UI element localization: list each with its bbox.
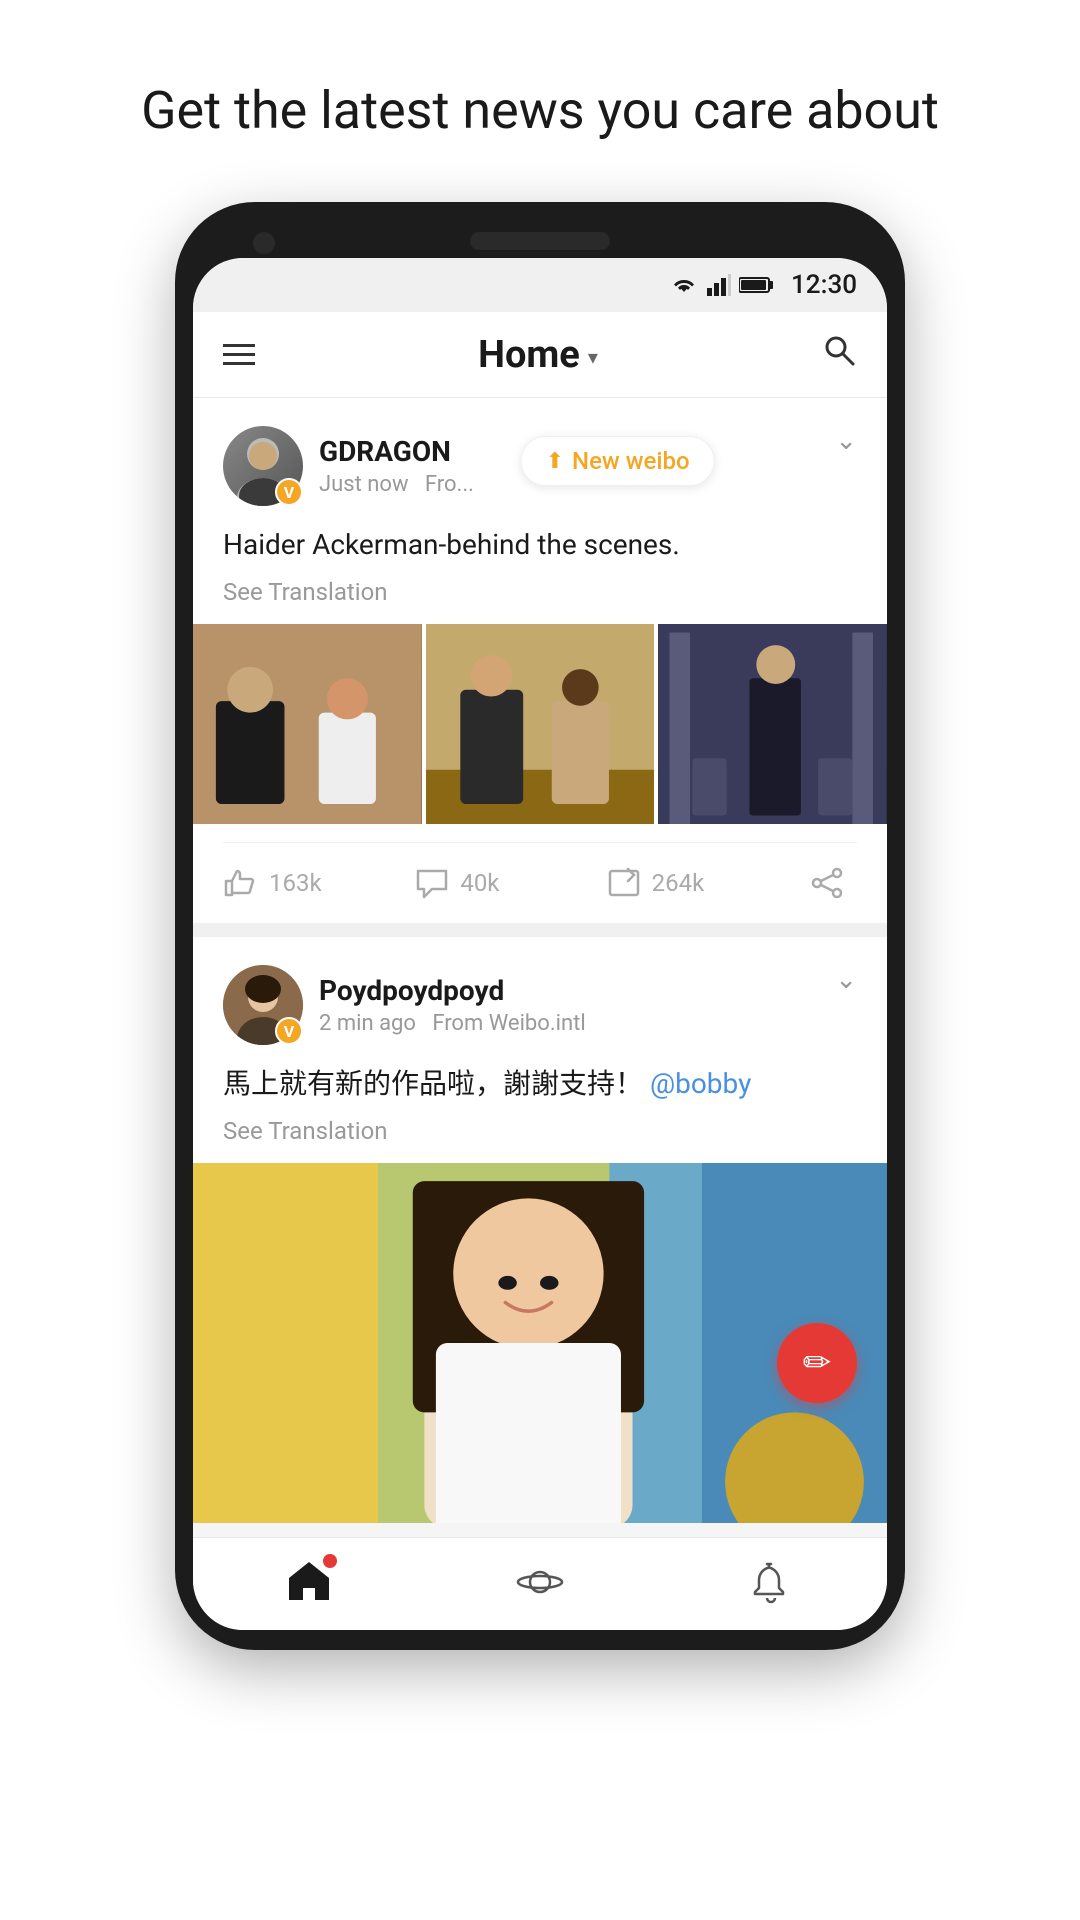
search-button[interactable]: [821, 332, 857, 377]
header-dropdown-icon: ▾: [588, 345, 598, 369]
nav-home[interactable]: [285, 1558, 333, 1606]
post-source-2: From Weibo.intl: [432, 1011, 585, 1036]
post-text-content-2: 馬上就有新的作品啦，謝謝支持！: [223, 1067, 643, 1100]
new-weibo-arrow-icon: ⬆: [546, 449, 564, 474]
wifi-icon: [669, 274, 699, 296]
battery-icon: [739, 276, 775, 294]
new-weibo-label: New weibo: [572, 447, 690, 475]
scene-image-3: [658, 624, 887, 824]
phone-top-bar: [193, 232, 887, 250]
post-time-2: 2 min ago: [319, 1011, 416, 1036]
share-button[interactable]: [797, 867, 857, 899]
scene-image-2: [426, 624, 655, 824]
status-bar: 12:30: [193, 258, 887, 312]
avatar-container: V: [223, 426, 303, 506]
nav-notifications[interactable]: [747, 1560, 795, 1604]
verified-badge: V: [275, 478, 303, 506]
post-image-3[interactable]: [658, 624, 887, 824]
verified-badge-2: V: [275, 1017, 303, 1045]
see-translation-button-2[interactable]: See Translation: [223, 1117, 857, 1145]
share-icon: [809, 867, 845, 899]
comment-icon: [414, 867, 450, 899]
phone-screen: 12:30 Home ▾: [193, 258, 887, 1630]
phone-frame: 12:30 Home ▾: [175, 202, 905, 1650]
see-translation-button[interactable]: See Translation: [223, 578, 857, 606]
repost-count: 264k: [652, 869, 705, 897]
nav-home-icon-wrapper: [285, 1558, 333, 1606]
repost-button[interactable]: 264k: [606, 867, 797, 899]
signal-icon: [707, 274, 731, 296]
post-meta-2: 2 min ago From Weibo.intl: [319, 1011, 586, 1036]
header-title: Home: [478, 333, 580, 377]
post-card-2: V Poydpoydpoyd 2 min ago From Weibo.intl: [193, 937, 887, 1523]
repost-icon: [606, 867, 642, 899]
phone-speaker: [470, 232, 610, 250]
compose-fab-button[interactable]: ✏: [777, 1323, 857, 1403]
compose-pencil-icon: ✏: [803, 1343, 832, 1383]
nav-home-dot: [323, 1554, 337, 1568]
post-author-info: V GDRAGON Just now Fro...: [223, 426, 474, 506]
post-card: V GDRAGON Just now Fro... ⌄: [193, 398, 887, 923]
post-mention[interactable]: @bobby: [650, 1067, 751, 1100]
header-title-group[interactable]: Home ▾: [478, 333, 598, 377]
post-meta: Just now Fro...: [319, 472, 474, 497]
scene-image-1: [193, 624, 422, 824]
verified-label-2: V: [284, 1022, 294, 1041]
post-time: Just now: [319, 472, 409, 497]
new-weibo-toast[interactable]: ⬆ New weibo: [521, 436, 715, 486]
post-menu-button[interactable]: ⌄: [835, 426, 857, 456]
post-header-2: V Poydpoydpoyd 2 min ago From Weibo.intl: [223, 965, 857, 1045]
post-source: Fro...: [425, 472, 474, 497]
author-text-group-2: Poydpoydpoyd 2 min ago From Weibo.intl: [319, 974, 586, 1036]
verified-label: V: [284, 483, 294, 502]
action-bar: 163k 40k 264k: [223, 842, 857, 923]
feed: V GDRAGON Just now Fro... ⌄: [193, 398, 887, 1523]
status-time: 12:30: [791, 270, 857, 300]
post-author-info-2: V Poydpoydpoyd 2 min ago From Weibo.intl: [223, 965, 586, 1045]
post-text-2: 馬上就有新的作品啦，謝謝支持！ @bobby: [223, 1063, 857, 1105]
like-button[interactable]: 163k: [223, 867, 414, 899]
post-image-grid: [193, 624, 887, 824]
hamburger-menu-button[interactable]: [223, 344, 255, 365]
author-name: GDRAGON: [319, 435, 474, 468]
post-header: V GDRAGON Just now Fro... ⌄: [223, 426, 857, 506]
comment-count: 40k: [460, 869, 499, 897]
author-name-2: Poydpoydpoyd: [319, 974, 586, 1007]
search-icon: [821, 332, 857, 368]
author-text-group: GDRAGON Just now Fro...: [319, 435, 474, 497]
bell-icon: [747, 1560, 795, 1604]
status-icons: [669, 274, 775, 296]
page-headline: Get the latest news you care about: [81, 80, 999, 142]
like-icon: [223, 867, 259, 899]
comment-button[interactable]: 40k: [414, 867, 605, 899]
post-menu-button-2[interactable]: ⌄: [835, 965, 857, 995]
phone-camera: [253, 232, 275, 254]
explore-icon: [516, 1560, 564, 1604]
post-text: Haider Ackerman-behind the scenes.: [223, 524, 857, 566]
app-header: Home ▾: [193, 312, 887, 398]
avatar-container-2: V: [223, 965, 303, 1045]
post-image-1[interactable]: [193, 624, 422, 824]
nav-explore[interactable]: [516, 1560, 564, 1604]
post-image-2[interactable]: [426, 624, 655, 824]
like-count: 163k: [269, 869, 322, 897]
bottom-navigation: [193, 1537, 887, 1630]
